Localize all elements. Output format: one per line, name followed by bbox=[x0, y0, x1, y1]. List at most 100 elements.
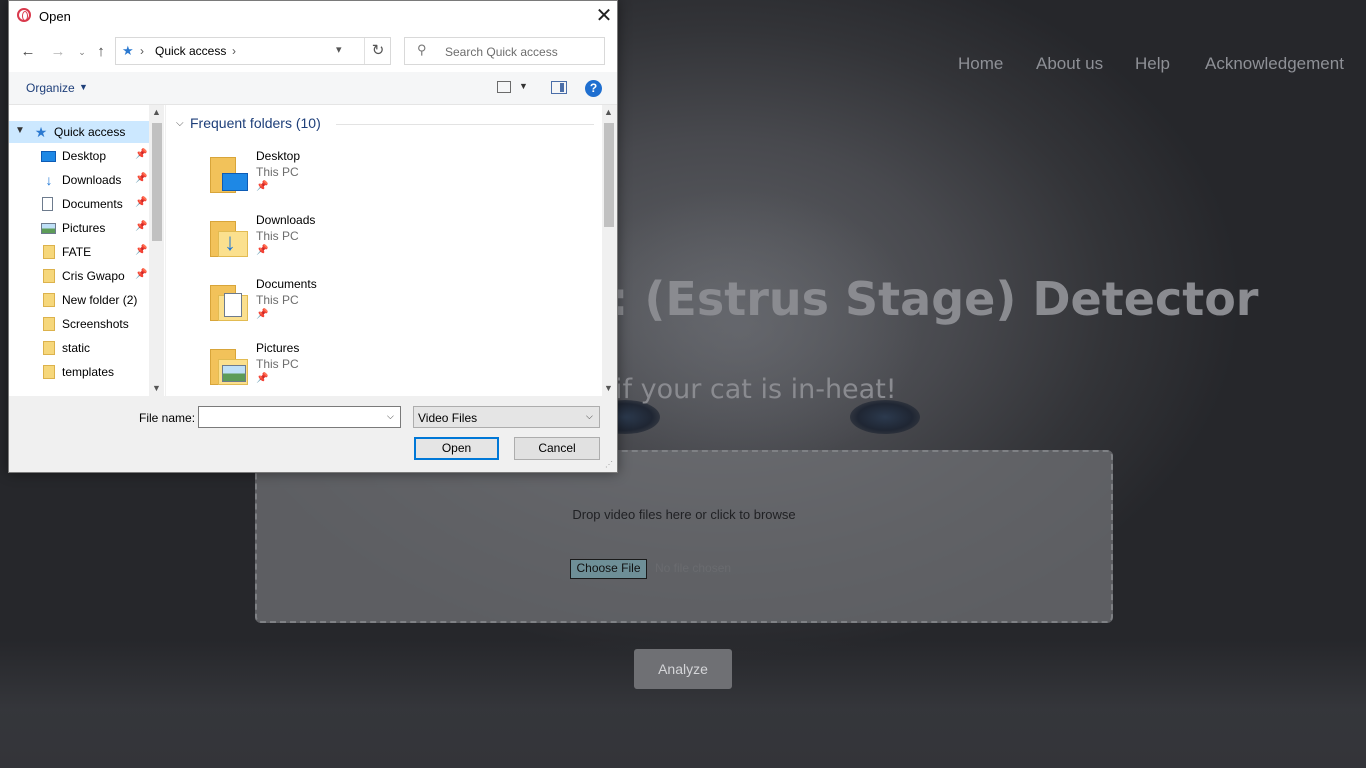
choose-file-button[interactable]: Choose File bbox=[570, 559, 647, 579]
picture-icon bbox=[41, 223, 56, 234]
nav-item-documents[interactable]: Documents 📌 bbox=[9, 193, 149, 215]
nav-item-label: New folder (2) bbox=[62, 293, 138, 307]
nav-help-link[interactable]: Help bbox=[1135, 54, 1170, 74]
file-list-scrollbar[interactable]: ▲ ▼ bbox=[602, 105, 616, 396]
page-subtitle: if your cat is in-heat! bbox=[615, 374, 897, 405]
dialog-toolbar: ← → ⌄ ↑ ★ › Quick access › ▾ ↻ ⚲ Search … bbox=[9, 32, 617, 72]
nav-item-templates[interactable]: templates bbox=[9, 361, 149, 383]
scrollbar-thumb[interactable] bbox=[152, 123, 162, 241]
nav-home-link[interactable]: Home bbox=[958, 54, 1003, 74]
view-options-icon[interactable] bbox=[497, 81, 511, 93]
nav-item-label: Documents bbox=[62, 197, 123, 211]
chevron-down-icon[interactable]: ▼ bbox=[15, 125, 25, 136]
scroll-up-icon[interactable]: ▲ bbox=[152, 107, 161, 117]
open-button[interactable]: Open bbox=[414, 437, 499, 460]
desktop-icon bbox=[41, 151, 56, 162]
nav-item-quick-access[interactable]: ▼ ★ Quick access bbox=[9, 121, 149, 143]
folder-name: Downloads bbox=[256, 213, 316, 227]
nav-item-label: Cris Gwapo bbox=[62, 269, 125, 283]
chevron-down-icon[interactable]: ⌵ bbox=[387, 411, 394, 422]
resize-grip-icon[interactable]: ⋰ bbox=[605, 460, 615, 470]
nav-about-link[interactable]: About us bbox=[1036, 54, 1103, 74]
nav-acknowledgement-link[interactable]: Acknowledgement bbox=[1205, 54, 1344, 74]
folder-icon bbox=[210, 283, 248, 321]
pin-icon: 📌 bbox=[256, 309, 269, 320]
no-file-text: No file chosen bbox=[655, 561, 732, 575]
scroll-down-icon[interactable]: ▼ bbox=[152, 383, 161, 393]
nav-item-label: static bbox=[62, 341, 91, 355]
quick-access-star-icon: ★ bbox=[122, 43, 134, 58]
folder-icon bbox=[43, 245, 55, 259]
chevron-down-icon[interactable]: ⌵ bbox=[586, 411, 593, 422]
recent-locations-chevron-icon[interactable]: ⌄ bbox=[73, 43, 91, 61]
nav-item-fate[interactable]: FATE 📌 bbox=[9, 241, 149, 263]
folder-icon: ↓ bbox=[210, 219, 248, 257]
folder-icon bbox=[43, 293, 55, 307]
nav-item-label: Desktop bbox=[62, 149, 107, 163]
search-box[interactable]: ⚲ Search Quick access bbox=[404, 37, 605, 65]
folder-item-desktop[interactable]: Desktop This PC 📌 bbox=[210, 149, 410, 209]
preview-pane-icon[interactable] bbox=[551, 81, 567, 94]
nav-item-pictures[interactable]: Pictures 📌 bbox=[9, 217, 149, 239]
breadcrumb-separator-icon[interactable]: › bbox=[140, 44, 144, 58]
navigation-pane: ▼ ★ Quick access Desktop 📌 ↓ Downloads 📌… bbox=[9, 105, 165, 396]
breadcrumb-separator-icon[interactable]: › bbox=[232, 44, 236, 58]
folder-name: Documents bbox=[256, 277, 317, 291]
chevron-down-icon[interactable]: ⌵ bbox=[176, 118, 184, 129]
folder-icon bbox=[43, 365, 55, 379]
folder-item-downloads[interactable]: ↓ Downloads This PC 📌 bbox=[210, 213, 410, 273]
analyze-button[interactable]: Analyze bbox=[634, 649, 732, 689]
nav-item-label: templates bbox=[62, 365, 115, 379]
cancel-button[interactable]: Cancel bbox=[514, 437, 600, 460]
nav-item-label: Downloads bbox=[62, 173, 122, 187]
nav-item-screenshots[interactable]: Screenshots bbox=[9, 313, 149, 335]
star-icon: ★ bbox=[34, 124, 48, 140]
breadcrumb-quick-access[interactable]: Quick access bbox=[155, 44, 226, 58]
address-history-chevron-icon[interactable]: ▾ bbox=[336, 43, 342, 56]
nav-item-downloads[interactable]: ↓ Downloads 📌 bbox=[9, 169, 149, 191]
dialog-titlebar: Open ✕ bbox=[9, 1, 617, 32]
help-icon[interactable]: ? bbox=[585, 80, 602, 97]
group-header[interactable]: Frequent folders (10) bbox=[190, 115, 321, 131]
close-icon[interactable]: ✕ bbox=[593, 5, 615, 27]
folder-name: Desktop bbox=[256, 149, 301, 163]
pin-icon: 📌 bbox=[135, 197, 148, 208]
folder-item-documents[interactable]: Documents This PC 📌 bbox=[210, 277, 410, 337]
caret-down-icon[interactable]: ▼ bbox=[519, 81, 528, 91]
scroll-up-icon[interactable]: ▲ bbox=[604, 107, 613, 117]
nav-item-desktop[interactable]: Desktop 📌 bbox=[9, 145, 149, 167]
folder-item-pictures[interactable]: Pictures This PC 📌 bbox=[210, 341, 410, 396]
file-name-label: File name: bbox=[139, 411, 196, 425]
refresh-icon[interactable]: ↻ bbox=[364, 38, 391, 64]
folder-location: This PC bbox=[256, 293, 299, 307]
file-type-value: Video Files bbox=[418, 411, 478, 425]
organize-menu-button[interactable]: Organize bbox=[26, 81, 75, 95]
scrollbar-thumb[interactable] bbox=[604, 123, 614, 227]
group-divider bbox=[336, 124, 594, 125]
open-file-dialog: Open ✕ ← → ⌄ ↑ ★ › Quick access › ▾ ↻ ⚲ … bbox=[8, 0, 618, 473]
back-arrow-icon[interactable]: ← bbox=[19, 43, 37, 61]
folder-icon bbox=[43, 341, 55, 355]
folder-icon bbox=[210, 347, 248, 385]
scroll-down-icon[interactable]: ▼ bbox=[604, 383, 613, 393]
nav-item-cris-gwapo[interactable]: Cris Gwapo 📌 bbox=[9, 265, 149, 287]
dialog-title: Open bbox=[39, 9, 71, 24]
caret-down-icon[interactable]: ▼ bbox=[79, 82, 88, 92]
search-placeholder[interactable]: Search Quick access bbox=[445, 45, 558, 59]
dropzone-text: Drop video files here or click to browse bbox=[572, 507, 796, 522]
pin-icon: 📌 bbox=[256, 245, 269, 256]
forward-arrow-icon[interactable]: → bbox=[49, 43, 67, 61]
pin-icon: 📌 bbox=[135, 173, 148, 184]
pin-icon: 📌 bbox=[135, 149, 148, 160]
pin-icon: 📌 bbox=[135, 269, 148, 280]
folder-location: This PC bbox=[256, 229, 299, 243]
file-name-input[interactable]: ⌵ bbox=[198, 406, 401, 428]
navigation-scrollbar[interactable]: ▲ ▼ bbox=[149, 105, 164, 396]
file-type-select[interactable]: Video Files ⌵ bbox=[413, 406, 600, 428]
up-arrow-icon[interactable]: ↑ bbox=[92, 43, 110, 61]
address-bar[interactable]: ★ › Quick access › ▾ ↻ bbox=[115, 37, 391, 65]
nav-item-new-folder-2[interactable]: New folder (2) bbox=[9, 289, 149, 311]
folder-location: This PC bbox=[256, 357, 299, 371]
video-dropzone[interactable]: Drop video files here or click to browse… bbox=[255, 450, 1113, 623]
nav-item-static[interactable]: static bbox=[9, 337, 149, 359]
